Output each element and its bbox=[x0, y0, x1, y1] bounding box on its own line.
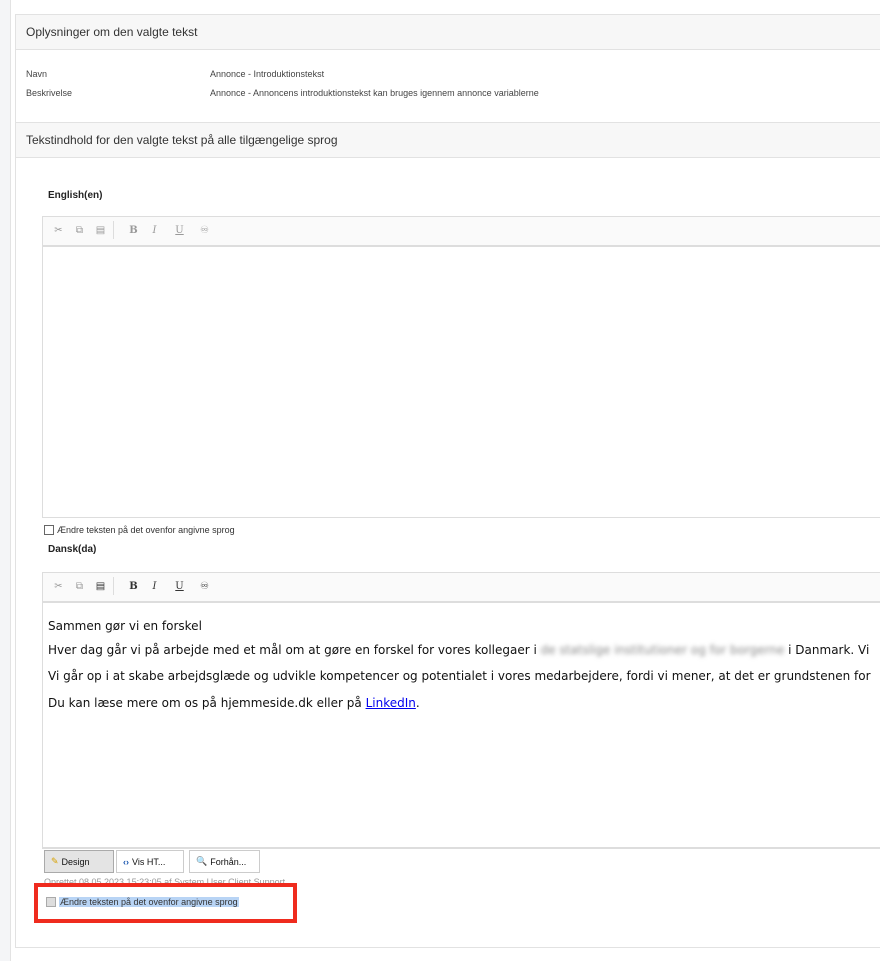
bold-button[interactable]: B bbox=[126, 577, 141, 595]
design-tab[interactable]: ✎ Design bbox=[44, 850, 114, 873]
paste-icon[interactable]: ▤ bbox=[93, 221, 108, 239]
scissors-icon[interactable]: ✂ bbox=[51, 221, 66, 239]
highlight-annotation bbox=[34, 883, 297, 923]
underline-button[interactable]: U bbox=[172, 221, 187, 239]
editor-mode-tabs: ✎ Design ‹› Vis HT... 🔍 Forhån... bbox=[42, 847, 880, 874]
preview-tab-label: Forhån... bbox=[210, 856, 247, 867]
english-toolbar: ✂ ⧉ ▤ B I U ♾ bbox=[42, 216, 880, 246]
design-tab-label: Design bbox=[61, 856, 90, 867]
spellcheck-icon[interactable]: ♾ bbox=[197, 221, 212, 239]
code-icon: ‹› bbox=[123, 856, 129, 867]
editor-text: Hver dag går vi på arbejde med et mål om… bbox=[48, 643, 541, 657]
redacted-text: de statslige institutioner og for borger… bbox=[540, 643, 785, 657]
info-name-value: Annonce - Introduktionstekst bbox=[210, 69, 325, 79]
content-panel-title: Tekstindhold for den valgte tekst på all… bbox=[16, 123, 880, 158]
editor-text: i Danmark. Vi bbox=[784, 643, 870, 657]
pencil-icon: ✎ bbox=[51, 856, 59, 866]
info-name-label: Navn bbox=[26, 69, 48, 79]
danish-label: Dansk(da) bbox=[48, 544, 97, 555]
editor-line: Hver dag går vi på arbejde med et mål om… bbox=[48, 643, 869, 657]
toolbar-divider bbox=[113, 221, 114, 239]
preview-tab[interactable]: 🔍 Forhån... bbox=[189, 850, 260, 873]
copy-icon[interactable]: ⧉ bbox=[72, 221, 87, 239]
editor-line: Sammen gør vi en forskel bbox=[48, 619, 202, 633]
english-change-row: Ændre teksten på det ovenfor angivne spr… bbox=[44, 525, 235, 535]
editor-text: . bbox=[415, 696, 420, 710]
info-panel-title: Oplysninger om den valgte tekst bbox=[16, 15, 880, 50]
magnifier-icon: 🔍 bbox=[196, 856, 208, 866]
html-tab[interactable]: ‹› Vis HT... bbox=[116, 850, 184, 873]
info-description-label: Beskrivelse bbox=[26, 88, 73, 98]
danish-editor[interactable]: Sammen gør vi en forskel Hver dag går vi… bbox=[42, 602, 880, 849]
toolbar-divider bbox=[113, 577, 114, 595]
italic-button[interactable]: I bbox=[147, 577, 162, 595]
danish-toolbar: ✂ ⧉ ▤ B I U ♾ bbox=[42, 572, 880, 602]
editor-line: Du kan læse mere om os på hjemmeside.dk … bbox=[48, 696, 420, 710]
italic-button[interactable]: I bbox=[147, 221, 162, 239]
editor-text: Du kan læse mere om os på hjemmeside.dk … bbox=[48, 696, 366, 710]
info-description-value: Annonce - Annoncens introduktionstekst k… bbox=[210, 88, 539, 98]
english-editor[interactable] bbox=[42, 246, 880, 518]
editor-line: Vi går op i at skabe arbejdsglæde og udv… bbox=[48, 669, 871, 683]
english-change-checkbox[interactable] bbox=[44, 525, 54, 535]
info-panel: Oplysninger om den valgte tekst bbox=[15, 14, 880, 124]
copy-icon[interactable]: ⧉ bbox=[72, 577, 87, 595]
linkedin-link[interactable]: LinkedIn bbox=[366, 696, 416, 710]
english-label: English(en) bbox=[48, 190, 103, 201]
scissors-icon[interactable]: ✂ bbox=[51, 577, 66, 595]
html-tab-label: Vis HT... bbox=[132, 856, 166, 867]
paste-icon[interactable]: ▤ bbox=[93, 577, 108, 595]
english-change-label: Ændre teksten på det ovenfor angivne spr… bbox=[57, 525, 235, 535]
bold-button[interactable]: B bbox=[126, 221, 141, 239]
spellcheck-icon[interactable]: ♾ bbox=[197, 577, 212, 595]
underline-button[interactable]: U bbox=[172, 577, 187, 595]
